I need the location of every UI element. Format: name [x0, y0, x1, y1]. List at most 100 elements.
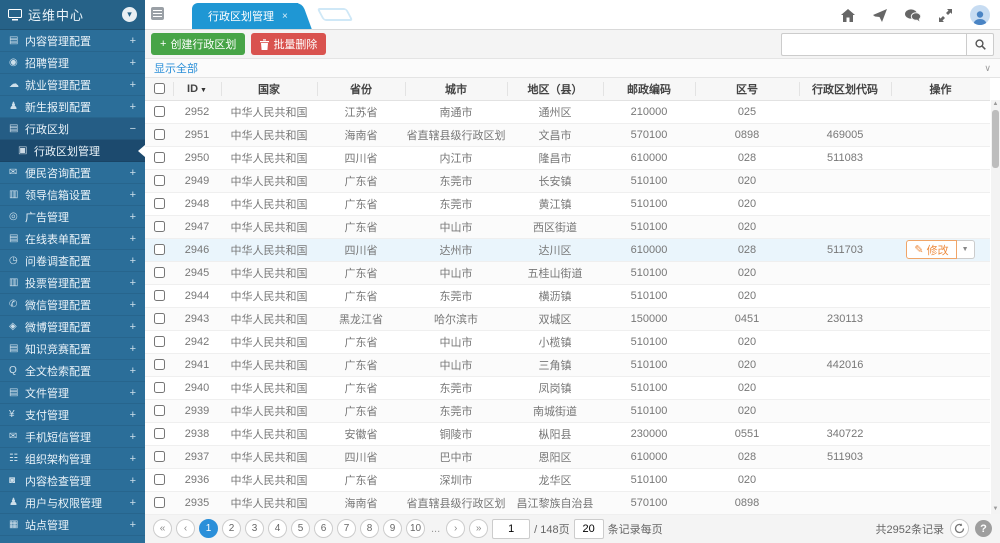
- page-button-3[interactable]: 3: [245, 519, 264, 538]
- tab-close-icon[interactable]: ×: [282, 11, 288, 22]
- expand-plus-icon[interactable]: +: [130, 189, 136, 201]
- row-checkbox[interactable]: [154, 129, 165, 140]
- sidebar-item-19[interactable]: ☷组织架构管理+: [0, 448, 145, 470]
- page-button-1[interactable]: 1: [199, 519, 218, 538]
- help-button[interactable]: ?: [975, 520, 992, 537]
- row-checkbox[interactable]: [154, 382, 165, 393]
- expand-plus-icon[interactable]: +: [130, 233, 136, 245]
- expand-plus-icon[interactable]: +: [130, 365, 136, 377]
- chevron-down-icon[interactable]: ∨: [984, 63, 991, 74]
- fullscreen-icon[interactable]: [939, 9, 952, 22]
- expand-plus-icon[interactable]: +: [130, 211, 136, 223]
- avatar[interactable]: [970, 5, 990, 25]
- sidebar-item-2[interactable]: ☁就业管理配置+: [0, 74, 145, 96]
- row-checkbox[interactable]: [154, 106, 165, 117]
- more-actions-caret-icon[interactable]: ▼: [957, 240, 975, 259]
- row-checkbox[interactable]: [154, 221, 165, 232]
- prev-page-button[interactable]: ‹: [176, 519, 195, 538]
- row-checkbox[interactable]: [154, 359, 165, 370]
- search-button[interactable]: [966, 33, 994, 56]
- last-page-button[interactable]: »: [469, 519, 488, 538]
- batch-delete-button[interactable]: 批量删除: [251, 33, 326, 55]
- row-checkbox[interactable]: [154, 244, 165, 255]
- row-checkbox[interactable]: [154, 336, 165, 347]
- col-header-1[interactable]: 国家: [221, 78, 317, 100]
- expand-plus-icon[interactable]: +: [130, 519, 136, 531]
- expand-plus-icon[interactable]: +: [130, 321, 136, 333]
- col-header-3[interactable]: 城市: [405, 78, 507, 100]
- sidebar-item-16[interactable]: ▤文件管理+: [0, 382, 145, 404]
- expand-plus-icon[interactable]: +: [130, 343, 136, 355]
- scroll-up-icon[interactable]: ▲: [991, 100, 1000, 109]
- row-checkbox[interactable]: [154, 405, 165, 416]
- sidebar-item-12[interactable]: ✆微信管理配置+: [0, 294, 145, 316]
- expand-plus-icon[interactable]: +: [130, 167, 136, 179]
- sidebar-item-4[interactable]: ▤行政区划−: [0, 118, 145, 140]
- expand-plus-icon[interactable]: +: [130, 255, 136, 267]
- row-checkbox[interactable]: [154, 267, 165, 278]
- tab-region-management[interactable]: 行政区划管理 ×: [192, 3, 298, 29]
- next-page-button[interactable]: ›: [446, 519, 465, 538]
- send-icon[interactable]: [873, 9, 887, 22]
- sidebar-item-11[interactable]: ▥投票管理配置+: [0, 272, 145, 294]
- expand-plus-icon[interactable]: +: [130, 277, 136, 289]
- scroll-down-icon[interactable]: ▼: [991, 505, 1000, 514]
- edit-button[interactable]: ✎修改: [906, 240, 956, 259]
- sidebar-item-9[interactable]: ▤在线表单配置+: [0, 228, 145, 250]
- row-checkbox[interactable]: [154, 290, 165, 301]
- sidebar-item-6[interactable]: ✉便民咨询配置+: [0, 162, 145, 184]
- sidebar-item-15[interactable]: Q全文检索配置+: [0, 360, 145, 382]
- sidebar-item-17[interactable]: ¥支付管理+: [0, 404, 145, 426]
- sidebar-item-3[interactable]: ♟新生报到配置+: [0, 96, 145, 118]
- tab-list-icon[interactable]: [151, 7, 164, 20]
- sort-desc-icon[interactable]: ▼: [200, 87, 207, 94]
- row-checkbox[interactable]: [154, 497, 165, 508]
- page-button-10[interactable]: 10: [406, 519, 425, 538]
- chat-icon[interactable]: [905, 9, 921, 22]
- page-button-2[interactable]: 2: [222, 519, 241, 538]
- show-all-link[interactable]: 显示全部: [154, 60, 198, 76]
- home-icon[interactable]: [841, 9, 855, 22]
- col-header-2[interactable]: 省份: [317, 78, 405, 100]
- row-checkbox[interactable]: [154, 175, 165, 186]
- col-header-0[interactable]: ID▼: [173, 78, 221, 100]
- sidebar-item-18[interactable]: ✉手机短信管理+: [0, 426, 145, 448]
- refresh-button[interactable]: [950, 519, 969, 538]
- row-checkbox[interactable]: [154, 451, 165, 462]
- sidebar-item-0[interactable]: ▤内容管理配置+: [0, 30, 145, 52]
- col-header-7[interactable]: 行政区划代码: [799, 78, 891, 100]
- page-button-9[interactable]: 9: [383, 519, 402, 538]
- expand-plus-icon[interactable]: +: [130, 453, 136, 465]
- col-header-8[interactable]: 操作: [891, 78, 990, 100]
- first-page-button[interactable]: «: [153, 519, 172, 538]
- sidebar-item-8[interactable]: ◎广告管理+: [0, 206, 145, 228]
- sidebar-item-5[interactable]: ▣行政区划管理: [0, 140, 145, 162]
- row-checkbox[interactable]: [154, 152, 165, 163]
- expand-plus-icon[interactable]: +: [130, 387, 136, 399]
- page-button-7[interactable]: 7: [337, 519, 356, 538]
- sidebar-item-21[interactable]: ♟用户与权限管理+: [0, 492, 145, 514]
- row-checkbox[interactable]: [154, 198, 165, 209]
- sidebar-item-14[interactable]: ▤知识竞赛配置+: [0, 338, 145, 360]
- page-size-input[interactable]: [574, 519, 604, 539]
- expand-plus-icon[interactable]: +: [130, 475, 136, 487]
- row-checkbox[interactable]: [154, 474, 165, 485]
- row-checkbox[interactable]: [154, 428, 165, 439]
- sidebar-item-7[interactable]: ▥领导信箱设置+: [0, 184, 145, 206]
- create-region-button[interactable]: + 创建行政区划: [151, 33, 245, 55]
- sidebar-item-13[interactable]: ◈微博管理配置+: [0, 316, 145, 338]
- sidebar-item-20[interactable]: ◙内容检查管理+: [0, 470, 145, 492]
- expand-plus-icon[interactable]: +: [130, 35, 136, 47]
- scrollbar-thumb[interactable]: [992, 110, 999, 168]
- page-button-8[interactable]: 8: [360, 519, 379, 538]
- page-button-5[interactable]: 5: [291, 519, 310, 538]
- table-scrollbar[interactable]: ▲ ▼: [991, 100, 1000, 514]
- col-header-6[interactable]: 区号: [695, 78, 799, 100]
- sidebar-item-22[interactable]: ▦站点管理+: [0, 514, 145, 536]
- expand-plus-icon[interactable]: +: [130, 497, 136, 509]
- expand-plus-icon[interactable]: +: [130, 57, 136, 69]
- sidebar-item-1[interactable]: ◉招聘管理+: [0, 52, 145, 74]
- row-checkbox[interactable]: [154, 313, 165, 324]
- page-number-input[interactable]: [492, 519, 530, 539]
- col-header-4[interactable]: 地区（县）: [507, 78, 603, 100]
